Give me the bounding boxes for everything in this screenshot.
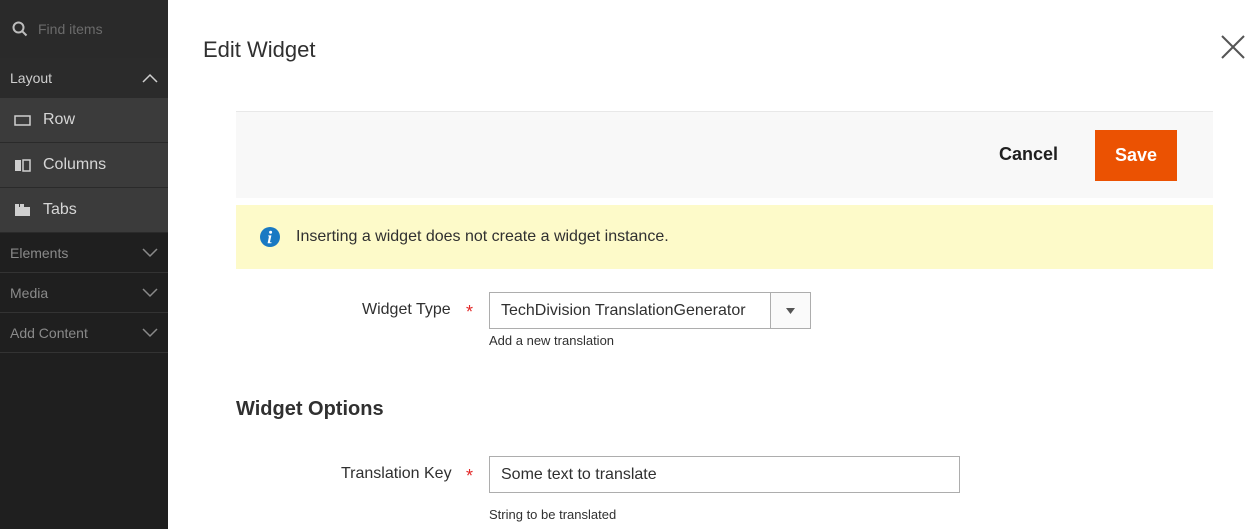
chevron-down-icon <box>142 327 158 337</box>
sidebar-group-add-content[interactable]: Add Content <box>0 313 168 353</box>
sidebar-item-row[interactable]: Row <box>0 98 168 143</box>
sidebar-item-label: Tabs <box>43 201 77 218</box>
required-mark: * <box>466 466 474 486</box>
sidebar-group-media[interactable]: Media <box>0 273 168 313</box>
search-input[interactable] <box>38 21 148 37</box>
sidebar-group-elements[interactable]: Elements <box>0 233 168 273</box>
sidebar-item-tabs[interactable]: Tabs <box>0 188 168 233</box>
required-mark: * <box>466 302 474 322</box>
chevron-down-icon <box>142 287 158 297</box>
sidebar-item-columns[interactable]: Columns <box>0 143 168 188</box>
widget-type-value: TechDivision TranslationGenerator <box>501 301 746 319</box>
info-notice: Inserting a widget does not create a wid… <box>236 205 1213 269</box>
notice-message: Inserting a widget does not create a wid… <box>296 228 669 245</box>
caret-down-icon <box>786 307 795 314</box>
save-button[interactable]: Save <box>1095 130 1177 181</box>
sidebar-group-label: Elements <box>10 244 69 261</box>
cancel-button[interactable]: Cancel <box>999 144 1058 165</box>
sidebar-panel: Layout Row Columns Tabs Elements Media <box>0 0 168 529</box>
widget-type-select[interactable]: TechDivision TranslationGenerator <box>489 292 811 329</box>
action-bar <box>236 111 1213 198</box>
search-icon <box>12 21 28 37</box>
sidebar-group-layout[interactable]: Layout <box>0 58 168 98</box>
translation-key-note: String to be translated <box>489 507 617 522</box>
translation-key-input[interactable] <box>489 456 960 493</box>
columns-icon <box>15 158 31 172</box>
sidebar-item-label: Columns <box>43 156 107 173</box>
chevron-up-icon <box>142 73 158 83</box>
widget-options-heading: Widget Options <box>236 398 384 420</box>
sidebar-group-label: Layout <box>10 70 53 86</box>
select-arrow[interactable] <box>770 293 810 328</box>
page-title: Edit Widget <box>203 37 316 62</box>
tabs-icon <box>15 204 30 216</box>
sidebar-group-label: Media <box>10 284 49 301</box>
translation-key-label: Translation Key <box>341 465 452 482</box>
sidebar-group-label: Add Content <box>10 324 88 341</box>
widget-type-label: Widget Type <box>362 301 451 318</box>
info-icon <box>260 227 280 247</box>
chevron-down-icon <box>142 247 158 257</box>
sidebar-item-label: Row <box>43 111 76 128</box>
sidebar-search <box>0 0 168 58</box>
row-icon <box>14 114 31 126</box>
close-icon[interactable] <box>1219 33 1247 61</box>
widget-type-note: Add a new translation <box>489 333 615 348</box>
